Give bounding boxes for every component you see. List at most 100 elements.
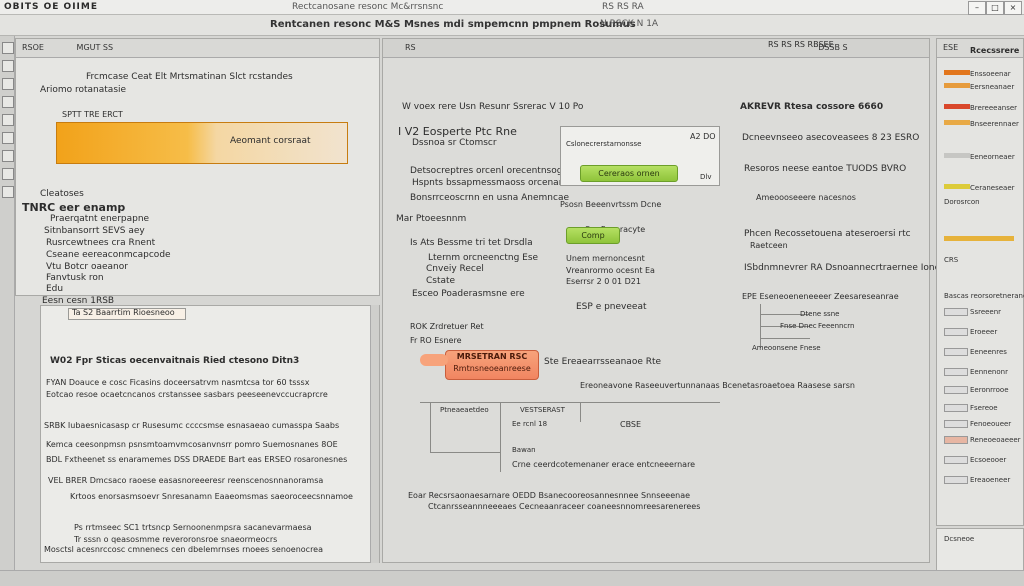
minimize-icon[interactable]: –	[968, 1, 986, 15]
far-right-row-4[interactable]: Eennenonr	[970, 368, 1008, 376]
settings-icon[interactable]	[2, 186, 14, 198]
lower-line-4: BDL Fxtheenet ss enaramemes DSS DRAEDE B…	[46, 455, 348, 464]
grid-icon[interactable]	[2, 150, 14, 162]
flow-line-main	[420, 402, 720, 403]
far-right-row-5[interactable]: Eeronrrooe	[970, 386, 1009, 394]
menu-center-text: Rentcanen resonc M&S Msnes mdi smpemcnn …	[270, 19, 636, 30]
flow-node-2[interactable]: CBSE	[620, 420, 641, 429]
pointer-icon[interactable]	[2, 42, 14, 54]
green-button-1[interactable]: Cereraos ornen	[580, 165, 678, 182]
swatch-7[interactable]	[944, 236, 1014, 241]
shape-icon[interactable]	[2, 96, 14, 108]
far-right-title: Rcecssrere	[970, 46, 1020, 55]
swatch-1[interactable]	[944, 70, 970, 75]
diagram-item-3[interactable]: Ameoonsene Fnese	[752, 344, 821, 352]
swatch-2[interactable]	[944, 83, 970, 88]
pen-icon[interactable]	[2, 78, 14, 90]
far-right-item-3[interactable]: Bnseerennaer	[970, 120, 1019, 128]
center-list-3[interactable]: Cstate	[426, 276, 455, 286]
far-right-row-1[interactable]: Ssreeenr	[970, 308, 1001, 316]
row-a: Bonsrrceoscrnn en usna Anemncae	[410, 193, 570, 203]
window-tab[interactable]: RS RS RA	[602, 0, 644, 14]
row-chip-10	[944, 476, 968, 484]
right-header[interactable]: RS RS RS RBSEE	[768, 40, 834, 49]
diagram-item-2[interactable]: Feeenncrn	[818, 322, 854, 330]
far-right-row-9[interactable]: Ecsoeooer	[970, 456, 1006, 464]
maximize-icon[interactable]: □	[986, 1, 1004, 15]
far-right-row-7[interactable]: Fenoeoueer	[970, 420, 1011, 428]
center-esp: ESP e pneveeat	[576, 302, 647, 312]
center-list-1[interactable]: Lternm orcneenctng Ese	[428, 253, 538, 263]
status-bar	[0, 570, 1024, 586]
left-panel-subtitle: Ariomo rotanatasie	[40, 85, 127, 95]
left-panel-heading: Frcmcase Ceat Elt Mrtsmatinan Slct rcsta…	[86, 72, 293, 82]
tree-item-6[interactable]: Fanvtusk ron	[46, 273, 104, 283]
far-right-row-0: Bascas reorsoretnerane	[944, 292, 1024, 300]
lower-line-3: Kemca ceesonpmsn psnsmtoamvmcosanvnsrr p…	[46, 440, 338, 449]
zoom-icon[interactable]	[2, 132, 14, 144]
section-label: Cleatoses	[40, 189, 84, 199]
select-icon[interactable]	[2, 60, 14, 72]
green-button-2[interactable]: Comp	[566, 227, 620, 244]
row-chip-8	[944, 436, 968, 444]
far-right-row-3[interactable]: Eeneenres	[970, 348, 1007, 356]
salmon-connector	[420, 354, 448, 366]
left-toolbar-text[interactable]: MGUT SS	[77, 43, 114, 52]
lower-line-6: Krtoos enorsasmsoevr Snresanamn Eaaeomsm…	[70, 492, 353, 501]
diagram-item-1[interactable]: Fnse Dnec	[780, 322, 817, 330]
center-mid-label: Esceo Poaderasmsne ere	[412, 289, 525, 299]
far-right-item-2[interactable]: Brereeeanser	[970, 104, 1017, 112]
row-chip-2	[944, 328, 968, 336]
far-right-row-8[interactable]: Reneoeoaeeer	[970, 436, 1021, 444]
diagram-item-0[interactable]: Dtene ssne	[800, 310, 839, 318]
swatch-4[interactable]	[944, 120, 970, 125]
left-panel-title: RSOE	[22, 43, 44, 52]
tree-item-5[interactable]: Vtu Botcr oaeanor	[46, 262, 128, 272]
lower-line-9: Mosctsl acesnrccosc cmnenecs cen dbelemr…	[44, 545, 324, 554]
flow-node-1[interactable]: VESTSERAST	[520, 406, 565, 414]
far-right-row-10[interactable]: Ereaoeneer	[970, 476, 1010, 484]
center-panel-header: RS DSSB S	[383, 39, 929, 58]
swatch-3[interactable]	[944, 104, 970, 109]
swatch-6[interactable]	[944, 184, 970, 189]
flow-node-3[interactable]: Ee rcnl 18	[512, 420, 547, 428]
row-chip-3	[944, 348, 968, 356]
row-c: Mar Ptoeesnnm	[396, 214, 467, 224]
diagram-hline-3	[760, 338, 810, 339]
far-right-item-1[interactable]: Eersneanaer	[970, 83, 1014, 91]
lower-heading: W02 Fpr Sticas oecenvaitnais Ried cteson…	[50, 356, 300, 366]
center-list-0[interactable]: Is Ats Bessme tri tet Drsdla	[410, 238, 533, 248]
ctrl-badge[interactable]: RS	[405, 43, 416, 52]
right-row-1: Resoros neese eantoe TUODS BVRO	[744, 164, 907, 174]
right-sub: Dcneevnseeo asecoveasees 8 23 ESRO	[742, 133, 920, 143]
center-right-list-1: Vreanrormo ocesnt Ea	[566, 266, 655, 275]
far-right-item-0[interactable]: Enssoeenar	[970, 70, 1011, 78]
lower-line-1: Eotcao resoe ocaetcncanos crstanssee sas…	[46, 390, 328, 399]
text-icon[interactable]	[2, 114, 14, 126]
layers-icon[interactable]	[2, 168, 14, 180]
close-icon[interactable]: ×	[1004, 1, 1022, 15]
swatch-5[interactable]	[944, 153, 970, 158]
lower-line-5: VEL BRER Dmcsaco raoese easasnoreeeresr …	[48, 476, 324, 485]
center-top-line: W voex rere Usn Resunr Ssrerac V 10 Po	[402, 102, 584, 112]
far-right-row-6[interactable]: Fsereoe	[970, 404, 998, 412]
salmon-node[interactable]: MRSETRAN RSC Rmtnsneoeanreese	[445, 350, 539, 380]
far-right-item-4[interactable]: Eeneorneaer	[970, 153, 1015, 161]
salmon-line-1: MRSETRAN RSC	[456, 352, 528, 361]
far-right-row-2[interactable]: Eroeeer	[970, 328, 997, 336]
far-right-item-5[interactable]: Ceraneseaer	[970, 184, 1015, 192]
left-scrollbar[interactable]	[370, 305, 379, 563]
menu-right-text[interactable]: N RSCK N 1A	[600, 19, 658, 29]
lower-line-0: FYAN Doauce e cosc Ficasins doceersatrvm…	[46, 378, 310, 387]
title-bar: OBITS OE OIIME Rectcanosane resonc Mc&rr…	[0, 0, 1024, 15]
tree-item-1[interactable]: Praerqatnt enerpapne	[50, 214, 149, 224]
flow-node-0[interactable]: Ptneaeaetdeo	[440, 406, 489, 414]
tree-item-2[interactable]: Sitnbansorrt SEVS aey	[44, 226, 145, 236]
tree-item-4[interactable]: Cseane eereaconmcapcode	[46, 250, 171, 260]
tree-item-3[interactable]: Rusrcewtnees cra Rnent	[46, 238, 155, 248]
center-list-2[interactable]: Cnveiy Recel	[426, 264, 484, 274]
tree-item-7[interactable]: Edu	[46, 284, 63, 294]
row-chip-6	[944, 404, 968, 412]
right-row-5: ISbdnmnevrer RA Dsnoannecrtraernee Ionee…	[744, 263, 963, 273]
tree-item-0[interactable]: TNRC eer enamp	[22, 201, 125, 214]
